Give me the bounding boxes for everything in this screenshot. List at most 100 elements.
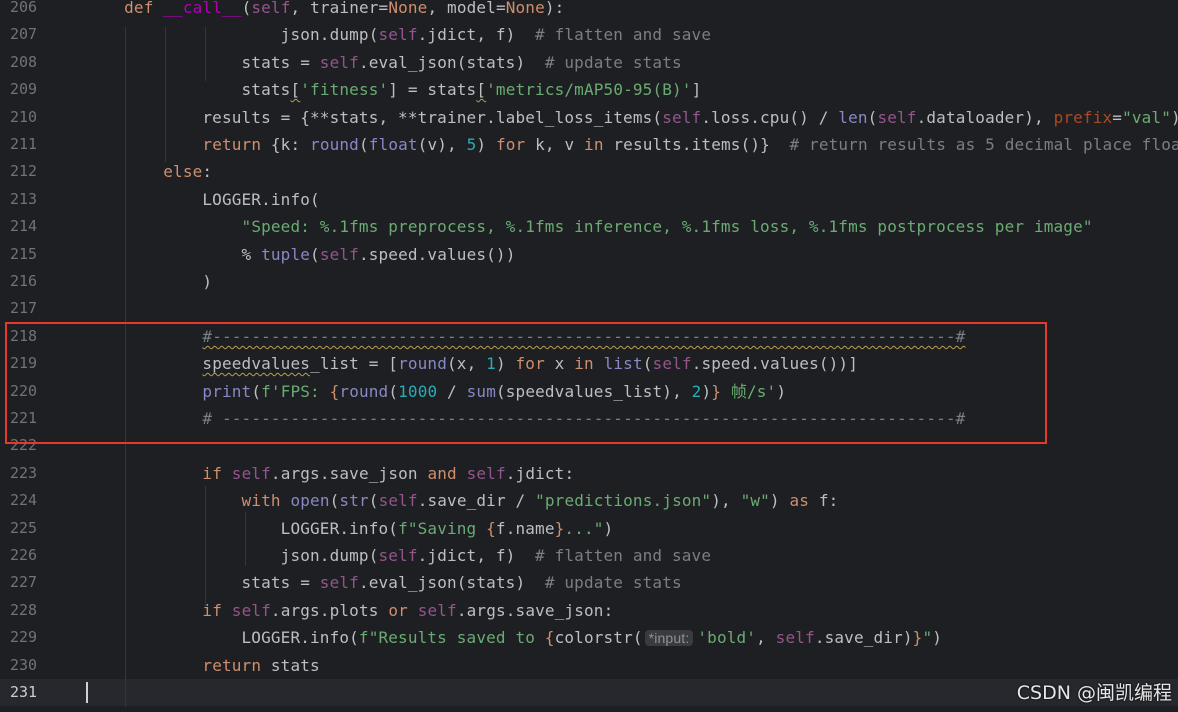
code-line[interactable]: 231 xyxy=(0,679,1178,706)
code-line[interactable]: 229 LOGGER.info(f"Results saved to {colo… xyxy=(0,624,1178,651)
code-text[interactable]: results = {**stats, **trainer.label_loss… xyxy=(85,104,1178,131)
line-number[interactable]: 214 xyxy=(0,213,62,240)
code-token: { xyxy=(544,628,555,648)
code-text[interactable]: else: xyxy=(85,158,212,185)
code-text[interactable]: "Speed: %.1fms preprocess, %.1fms infere… xyxy=(85,213,1093,240)
code-line[interactable]: 212 else: xyxy=(0,158,1178,185)
code-text[interactable]: stats['fitness'] = stats['metrics/mAP50-… xyxy=(85,76,702,103)
code-text[interactable]: stats = self.eval_json(stats) # update s… xyxy=(85,49,682,76)
code-token: x xyxy=(544,354,575,374)
code-line[interactable]: 211 return {k: round(float(v), 5) for k,… xyxy=(0,131,1178,158)
code-line[interactable]: 222 xyxy=(0,432,1178,459)
code-line[interactable]: 221 # ----------------------------------… xyxy=(0,405,1178,432)
code-text[interactable]: return {k: round(float(v), 5) for k, v i… xyxy=(85,131,1178,158)
line-number[interactable]: 213 xyxy=(0,186,62,213)
line-number[interactable]: 210 xyxy=(0,104,62,131)
line-number[interactable]: 215 xyxy=(0,241,62,268)
code-line[interactable]: 216 ) xyxy=(0,268,1178,295)
line-number[interactable]: 228 xyxy=(0,597,62,624)
line-number[interactable]: 208 xyxy=(0,49,62,76)
code-line[interactable]: 206 def __call__(self, trainer=None, mod… xyxy=(0,0,1178,21)
code-line[interactable]: 223 if self.args.save_json and self.jdic… xyxy=(0,460,1178,487)
code-text[interactable]: with open(str(self.save_dir / "predictio… xyxy=(85,487,839,514)
code-text[interactable]: stats = self.eval_json(stats) # update s… xyxy=(85,569,682,596)
code-text[interactable]: print(f'FPS: {round(1000 / sum(speedvalu… xyxy=(85,378,786,405)
code-line[interactable]: 217 xyxy=(0,295,1178,322)
code-line[interactable]: 209 stats['fitness'] = stats['metrics/mA… xyxy=(0,76,1178,103)
code-token: stats = xyxy=(85,52,320,72)
code-text[interactable]: if self.args.plots or self.args.save_jso… xyxy=(85,597,613,624)
code-text[interactable]: def __call__(self, trainer=None, model=N… xyxy=(85,0,564,21)
line-number[interactable]: 223 xyxy=(0,460,62,487)
code-token: .jdict: xyxy=(505,463,575,483)
line-number[interactable]: 207 xyxy=(0,21,62,48)
code-token: k, v xyxy=(525,135,585,154)
indent-guide xyxy=(125,27,126,707)
code-line[interactable]: 218 #-----------------------------------… xyxy=(0,323,1178,350)
code-line[interactable]: 227 stats = self.eval_json(stats) # upda… xyxy=(0,569,1178,596)
code-token: # update stats xyxy=(544,52,682,72)
code-text[interactable]: json.dump(self.jdict, f) # flatten and s… xyxy=(85,542,711,569)
code-text[interactable]: json.dump(self.jdict, f) # flatten and s… xyxy=(85,21,711,48)
code-token: , trainer= xyxy=(290,0,389,17)
code-line[interactable]: 219 speedvalues_list = [round(x, 1) for … xyxy=(0,350,1178,377)
line-number[interactable]: 216 xyxy=(0,268,62,295)
line-number[interactable]: 227 xyxy=(0,569,62,596)
code-line[interactable]: 208 stats = self.eval_json(stats) # upda… xyxy=(0,49,1178,76)
line-number[interactable]: 206 xyxy=(0,0,62,21)
code-text[interactable]: LOGGER.info( xyxy=(85,186,320,213)
code-token: , model= xyxy=(427,0,506,17)
code-text[interactable]: % tuple(self.speed.values()) xyxy=(85,241,516,268)
line-number[interactable]: 226 xyxy=(0,542,62,569)
code-line[interactable]: 230 return stats xyxy=(0,652,1178,679)
code-line[interactable]: 213 LOGGER.info( xyxy=(0,186,1178,213)
code-token: self xyxy=(877,107,917,127)
line-number[interactable]: 224 xyxy=(0,487,62,514)
code-line[interactable]: 228 if self.args.plots or self.args.save… xyxy=(0,597,1178,624)
line-number[interactable]: 229 xyxy=(0,624,62,651)
code-text[interactable]: if self.args.save_json and self.jdict: xyxy=(85,460,574,487)
code-token: self xyxy=(231,600,271,620)
code-line[interactable]: 224 with open(str(self.save_dir / "predi… xyxy=(0,487,1178,514)
code-text[interactable]: return stats xyxy=(85,652,320,679)
code-token: .jdict, f) xyxy=(417,546,536,565)
line-number[interactable]: 230 xyxy=(0,652,62,679)
code-line[interactable]: 220 print(f'FPS: {round(1000 / sum(speed… xyxy=(0,378,1178,405)
code-token: self xyxy=(251,0,291,17)
code-text[interactable]: LOGGER.info(f"Saving {f.name}...") xyxy=(85,515,614,542)
line-number[interactable]: 220 xyxy=(0,378,62,405)
code-text[interactable]: #---------------------------------------… xyxy=(85,323,965,350)
code-token: round xyxy=(398,354,447,374)
code-text[interactable]: LOGGER.info(f"Results saved to {colorstr… xyxy=(85,624,942,651)
line-number[interactable]: 221 xyxy=(0,405,62,432)
line-number[interactable]: 219 xyxy=(0,350,62,377)
line-number[interactable]: 218 xyxy=(0,323,62,350)
line-number[interactable]: 222 xyxy=(0,432,62,459)
line-number[interactable]: 211 xyxy=(0,131,62,158)
code-token: results = {**stats, **trainer.label_loss… xyxy=(85,107,663,127)
line-number[interactable]: 209 xyxy=(0,76,62,103)
code-token: def xyxy=(124,0,154,17)
code-editor[interactable]: 206 def __call__(self, trainer=None, mod… xyxy=(0,0,1178,712)
line-number[interactable]: 225 xyxy=(0,515,62,542)
code-line[interactable]: 215 % tuple(self.speed.values()) xyxy=(0,241,1178,268)
code-token: .dataloader), xyxy=(916,107,1054,127)
code-text[interactable]: ) xyxy=(85,268,212,295)
code-text[interactable]: speedvalues_list = [round(x, 1) for x in… xyxy=(85,350,858,377)
code-token: return xyxy=(202,135,262,154)
line-number[interactable]: 212 xyxy=(0,158,62,185)
code-line[interactable]: 226 json.dump(self.jdict, f) # flatten a… xyxy=(0,542,1178,569)
code-text[interactable]: # --------------------------------------… xyxy=(85,405,965,432)
line-number[interactable]: 217 xyxy=(0,295,62,322)
code-line[interactable]: 225 LOGGER.info(f"Saving {f.name}...") xyxy=(0,515,1178,542)
line-number[interactable]: 231 xyxy=(0,679,62,706)
code-line[interactable]: 210 results = {**stats, **trainer.label_… xyxy=(0,104,1178,131)
code-token: .eval_json(stats) xyxy=(358,52,545,72)
code-token: #---------------------------------------… xyxy=(202,326,966,346)
code-line[interactable]: 207 json.dump(self.jdict, f) # flatten a… xyxy=(0,21,1178,48)
code-line[interactable]: 214 "Speed: %.1fms preprocess, %.1fms in… xyxy=(0,213,1178,240)
